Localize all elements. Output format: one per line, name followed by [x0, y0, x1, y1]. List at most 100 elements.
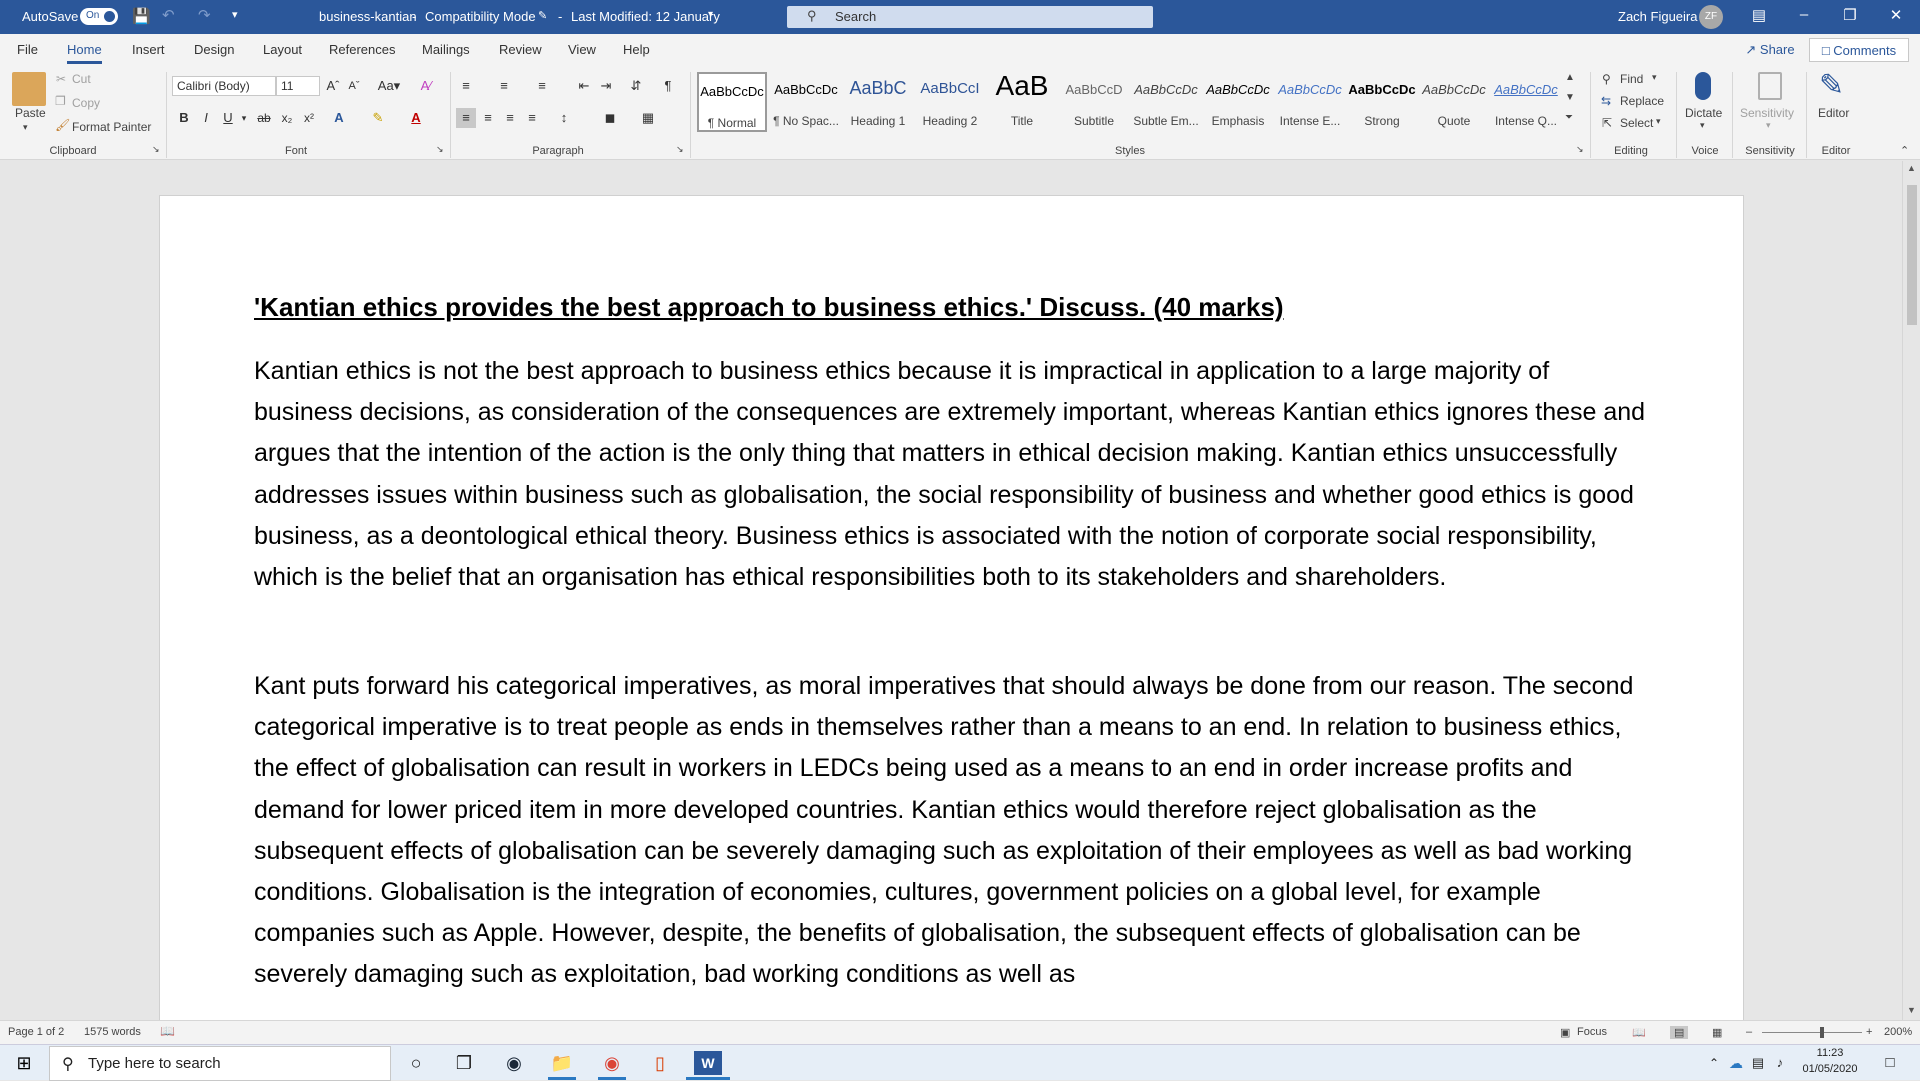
style-heading-2[interactable]: AaBbCcI Heading 2: [915, 72, 985, 132]
paste-icon[interactable]: [12, 72, 46, 106]
document-page[interactable]: 'Kantian ethics provides the best approa…: [159, 195, 1744, 1020]
office-icon[interactable]: ▯: [646, 1051, 674, 1075]
windows-start-icon[interactable]: ⊞: [10, 1051, 38, 1075]
zoom-level[interactable]: 200%: [1884, 1026, 1912, 1038]
tab-references[interactable]: References: [329, 42, 395, 57]
copy-icon[interactable]: ❐: [55, 94, 66, 108]
zoom-slider-thumb[interactable]: [1820, 1027, 1824, 1038]
italic-icon[interactable]: I: [196, 108, 216, 128]
replace-icon[interactable]: ⇆: [1601, 94, 1611, 108]
style-intense-quote[interactable]: AaBbCcDc Intense Q...: [1491, 72, 1561, 132]
style-heading-1[interactable]: AaBbC Heading 1: [843, 72, 913, 132]
format-painter-button[interactable]: Format Painter: [72, 120, 151, 134]
tab-review[interactable]: Review: [499, 42, 542, 57]
paste-button[interactable]: Paste: [15, 106, 46, 120]
user-name[interactable]: Zach Figueira: [1618, 9, 1697, 24]
style-no-spacing[interactable]: AaBbCcDc ¶ No Spac...: [771, 72, 841, 132]
styles-scroll-up-icon[interactable]: ▲: [1565, 72, 1575, 83]
vertical-scrollbar[interactable]: ▲ ▼: [1902, 161, 1920, 1020]
text-effects-icon[interactable]: A: [329, 108, 349, 128]
cut-icon[interactable]: ✂: [56, 72, 66, 86]
style-title[interactable]: AaB Title: [987, 70, 1057, 132]
focus-icon[interactable]: ▣: [1560, 1026, 1570, 1039]
volume-icon[interactable]: ♪: [1766, 1051, 1794, 1075]
tab-help[interactable]: Help: [623, 42, 650, 57]
chevron-down-icon[interactable]: ▾: [708, 9, 713, 20]
dictate-button[interactable]: Dictate: [1685, 106, 1722, 120]
collapse-ribbon-icon[interactable]: ⌃: [1900, 144, 1909, 157]
font-size-select[interactable]: 11: [276, 76, 320, 96]
search-box[interactable]: ⚲ Search: [787, 6, 1153, 28]
show-marks-icon[interactable]: ¶: [658, 76, 678, 96]
style-strong[interactable]: AaBbCcDc Strong: [1347, 72, 1417, 132]
styles-scroll-down-icon[interactable]: ▼: [1565, 92, 1575, 103]
dictate-dropdown-icon[interactable]: ▾: [1700, 120, 1705, 131]
clipboard-launcher-icon[interactable]: ↘: [152, 144, 160, 155]
cortana-icon[interactable]: ○: [402, 1051, 430, 1075]
avatar[interactable]: ZF: [1699, 5, 1723, 29]
tab-home[interactable]: Home: [67, 42, 102, 64]
redo-icon[interactable]: ↷: [198, 6, 211, 24]
bold-icon[interactable]: B: [174, 108, 194, 128]
select-button[interactable]: Select: [1620, 116, 1653, 130]
notifications-icon[interactable]: □: [1876, 1051, 1904, 1075]
sensitivity-dropdown-icon[interactable]: ▾: [1766, 120, 1771, 131]
web-layout-icon[interactable]: ▦: [1712, 1026, 1722, 1039]
close-icon[interactable]: ✕: [1873, 6, 1919, 24]
tab-view[interactable]: View: [568, 42, 596, 57]
comments-button[interactable]: □ Comments: [1809, 38, 1909, 62]
subscript-icon[interactable]: x₂: [277, 108, 297, 128]
copy-button[interactable]: Copy: [72, 96, 100, 110]
shrink-font-icon[interactable]: Aˇ: [344, 76, 364, 96]
change-case-icon[interactable]: Aa▾: [374, 76, 404, 96]
styles-launcher-icon[interactable]: ↘: [1576, 144, 1584, 155]
restore-icon[interactable]: ❐: [1827, 6, 1873, 24]
zoom-in-icon[interactable]: +: [1866, 1026, 1872, 1038]
customize-qat-icon[interactable]: ▾: [232, 8, 238, 21]
style-normal[interactable]: AaBbCcDc ¶ Normal: [697, 72, 767, 132]
clock-date[interactable]: 01/05/2020: [1800, 1063, 1860, 1075]
undo-icon[interactable]: ↶: [162, 6, 175, 24]
grow-font-icon[interactable]: Aˆ: [323, 76, 343, 96]
chrome-icon[interactable]: ◉: [598, 1051, 626, 1075]
zoom-slider[interactable]: [1762, 1032, 1862, 1033]
sort-icon[interactable]: ⇵: [626, 76, 646, 96]
focus-button[interactable]: Focus: [1577, 1026, 1607, 1038]
tab-design[interactable]: Design: [194, 42, 234, 57]
style-quote[interactable]: AaBbCcDc Quote: [1419, 72, 1489, 132]
font-launcher-icon[interactable]: ↘: [436, 144, 444, 155]
proofing-icon[interactable]: 📖: [160, 1024, 175, 1038]
align-right-icon[interactable]: ≡: [500, 108, 520, 128]
page-count[interactable]: Page 1 of 2: [8, 1026, 64, 1038]
minimize-icon[interactable]: –: [1781, 6, 1827, 23]
strikethrough-icon[interactable]: ab: [254, 108, 274, 128]
replace-button[interactable]: Replace: [1620, 94, 1664, 108]
cut-button[interactable]: Cut: [72, 72, 91, 86]
save-icon[interactable]: 💾: [132, 7, 151, 25]
clear-formatting-icon[interactable]: A∕: [416, 76, 436, 96]
last-modified-label[interactable]: Last Modified: 12 January: [571, 9, 720, 24]
select-dropdown-icon[interactable]: ▾: [1656, 116, 1661, 127]
task-view-icon[interactable]: ❐: [450, 1051, 478, 1075]
superscript-icon[interactable]: x²: [299, 108, 319, 128]
justify-icon[interactable]: ≡: [522, 108, 542, 128]
style-emphasis[interactable]: AaBbCcDc Emphasis: [1203, 72, 1273, 132]
increase-indent-icon[interactable]: ⇥: [596, 76, 616, 96]
tab-mailings[interactable]: Mailings: [422, 42, 470, 57]
share-button[interactable]: ↗ Share: [1736, 38, 1804, 62]
numbering-icon[interactable]: ≡: [494, 76, 514, 96]
borders-icon[interactable]: ▦: [638, 108, 658, 128]
read-mode-icon[interactable]: 📖: [1632, 1026, 1646, 1039]
style-subtle-emphasis[interactable]: AaBbCcDc Subtle Em...: [1131, 72, 1201, 132]
paste-dropdown-icon[interactable]: ▾: [23, 122, 28, 133]
underline-dropdown-icon[interactable]: ▾: [234, 108, 254, 128]
decrease-indent-icon[interactable]: ⇤: [574, 76, 594, 96]
style-intense-emphasis[interactable]: AaBbCcDc Intense E...: [1275, 72, 1345, 132]
scroll-down-icon[interactable]: ▼: [1907, 1005, 1916, 1015]
paragraph-launcher-icon[interactable]: ↘: [676, 144, 684, 155]
align-left-icon[interactable]: ≡: [456, 108, 476, 128]
select-icon[interactable]: ⇱: [1602, 116, 1612, 130]
tab-insert[interactable]: Insert: [132, 42, 165, 57]
scrollbar-thumb[interactable]: [1907, 185, 1917, 325]
font-color-icon[interactable]: A: [406, 108, 426, 128]
